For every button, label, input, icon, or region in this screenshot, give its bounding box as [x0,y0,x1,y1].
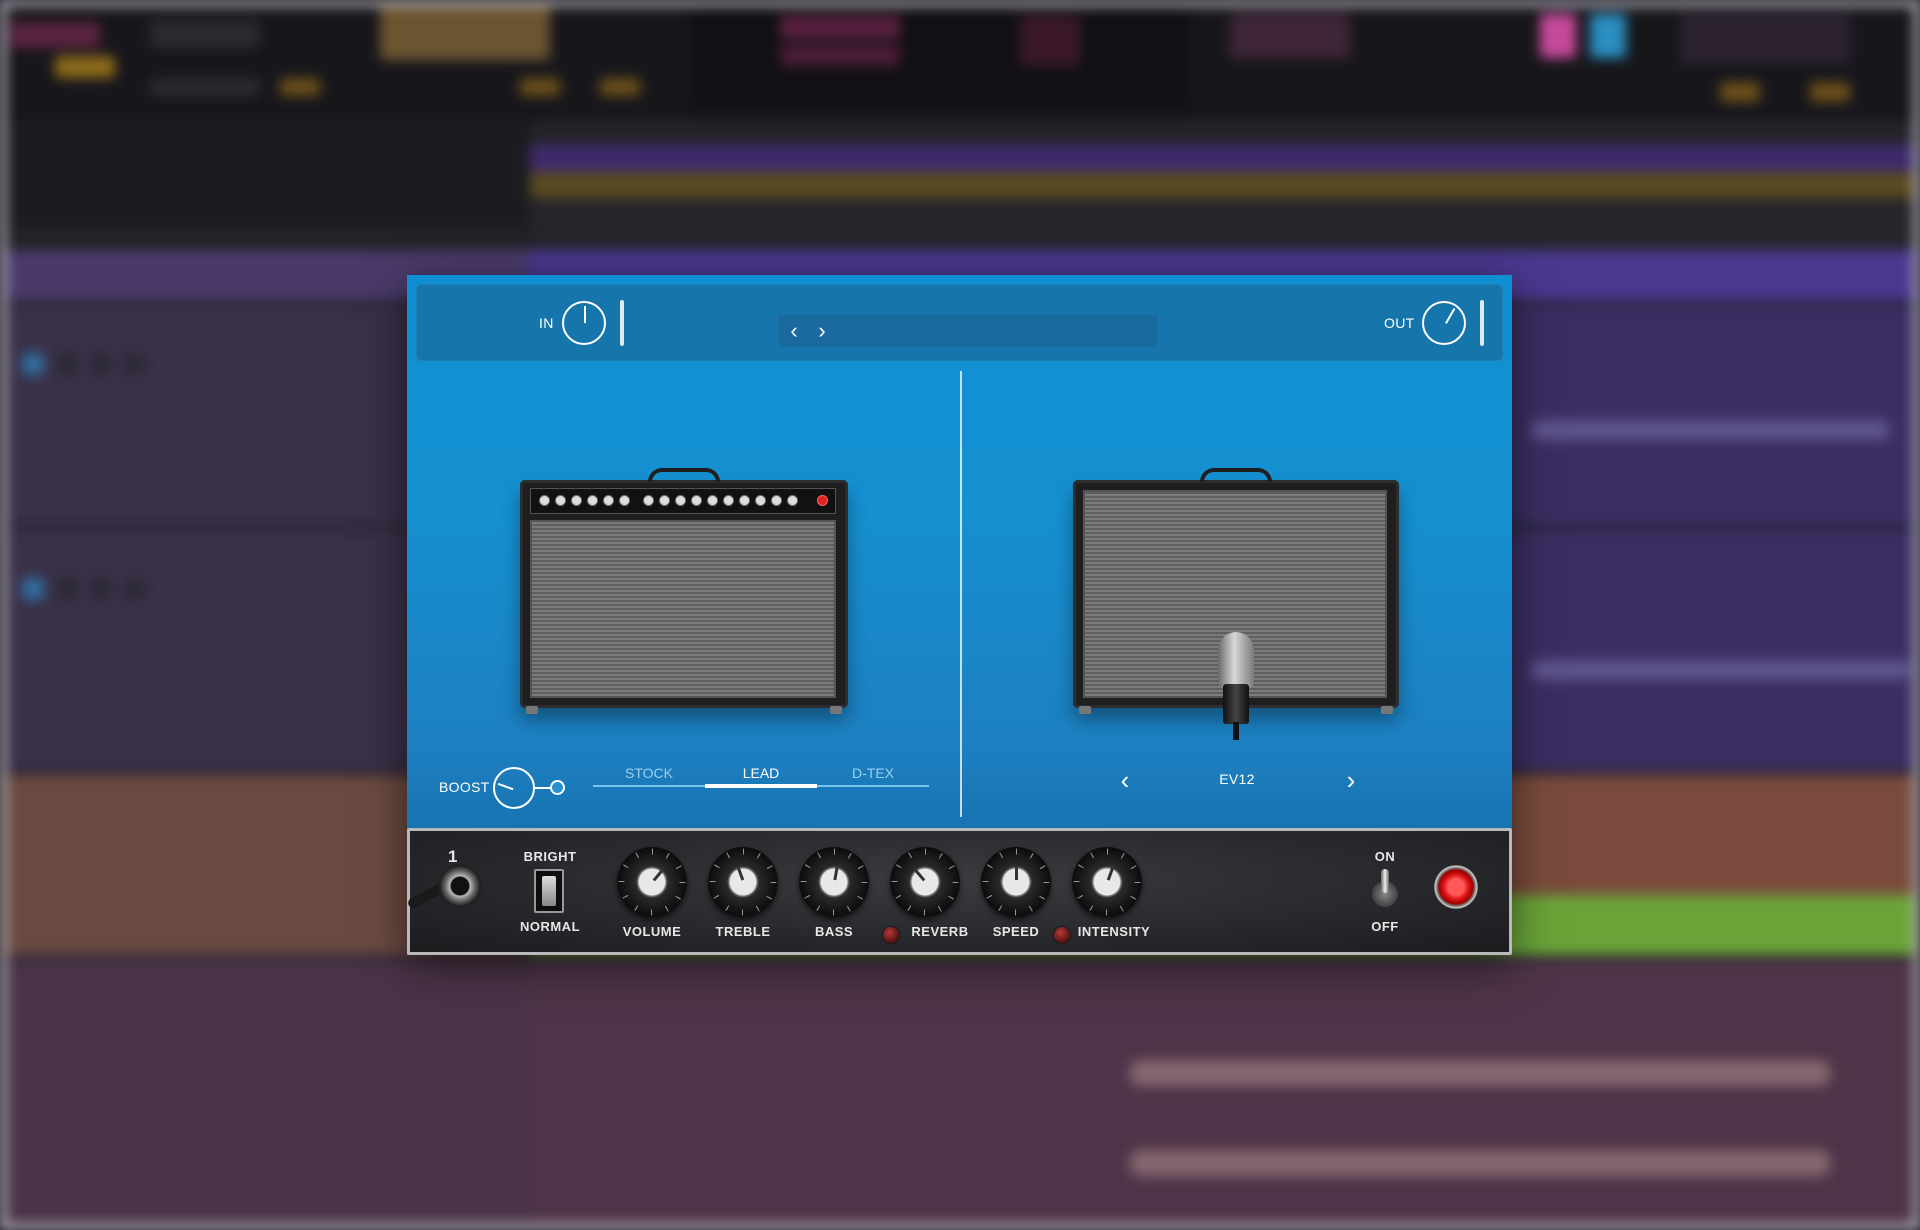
output-level-meter [1480,300,1484,346]
output-gain-knob[interactable] [1422,301,1466,345]
amp-control-panel-image [530,488,836,514]
intensity-knob[interactable] [1072,847,1142,917]
daw-inspector [0,120,530,250]
bright-label: BRIGHT [523,849,577,864]
speed-label: SPEED [992,924,1040,939]
tab-stock[interactable]: STOCK [593,765,705,781]
boost-label: BOOST [439,779,490,795]
screen: IN ‹ › OUT BOOST STOCK LEAD D-TEX ‹ EV12… [0,0,1920,1230]
cabinet-name: EV12 [1219,771,1255,787]
volume-knob[interactable] [617,847,687,917]
boost-knob[interactable] [493,767,535,809]
boost-link-line [535,787,550,789]
amp-plugin-window: IN ‹ › OUT BOOST STOCK LEAD D-TEX ‹ EV12… [406,275,1512,955]
bass-knob[interactable] [799,847,869,917]
boost-toggle[interactable] [550,780,565,795]
bass-label: BASS [814,924,854,939]
treble-label: TREBLE [715,924,771,939]
reverb-label: REVERB [911,924,969,939]
plugin-top-bar: IN ‹ › OUT [416,284,1503,361]
on-label: ON [1374,849,1396,864]
amp-combo-image[interactable] [520,468,848,714]
treble-knob[interactable] [708,847,778,917]
input-label: IN [539,315,554,331]
amp-cab-divider [960,371,962,817]
pilot-light [1434,865,1478,909]
daw-track-header [0,960,530,1230]
preset-selector[interactable]: ‹ › [778,315,1158,347]
daw-ruler [530,120,1920,144]
preset-prev-button[interactable]: ‹ [782,318,806,344]
speed-knob[interactable] [981,847,1051,917]
tab-underline [593,784,929,788]
reverb-knob[interactable] [890,847,960,917]
cabinet-prev-button[interactable]: ‹ [1110,765,1140,795]
daw-toolbar [0,0,1920,120]
daw-marker-strip [530,144,1920,172]
input-jack [438,864,482,908]
daw-arranger-strip [530,198,1920,250]
preset-next-button[interactable]: › [810,318,834,344]
tab-selected-indicator [705,784,817,788]
speed-indicator-light [1054,927,1070,943]
tab-lead[interactable]: LEAD [705,765,817,781]
output-label: OUT [1384,315,1415,331]
volume-label: VOLUME [622,924,682,939]
amp-channel-tabs: STOCK LEAD D-TEX [593,765,929,795]
daw-tempo-strip [530,172,1920,198]
power-toggle-switch[interactable] [1368,867,1402,911]
bright-normal-switch[interactable] [534,869,564,913]
off-label: OFF [1371,919,1399,934]
amp-control-panel: 1 BRIGHT NORMAL VOLUME TREBLE BASS REVER… [406,828,1512,955]
normal-label: NORMAL [519,919,581,934]
cabinet-next-button[interactable]: › [1336,765,1366,795]
microphone-image[interactable] [1214,632,1258,740]
tab-d-tex[interactable]: D-TEX [817,765,929,781]
input-level-meter [620,300,624,346]
intensity-label: INTENSITY [1077,924,1151,939]
reverb-indicator-light [883,927,899,943]
input-gain-knob[interactable] [562,301,606,345]
